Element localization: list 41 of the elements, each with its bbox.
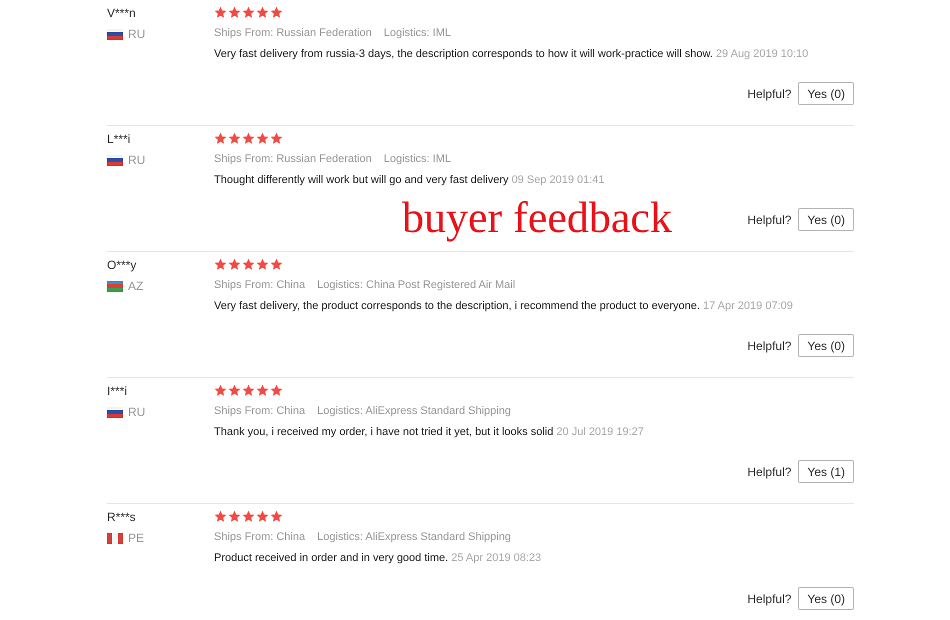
reviewer-name: V***n	[107, 5, 136, 21]
review-text: Thank you, i received my order, i have not tried it yet, but it looks solid	[214, 426, 554, 438]
reviewer-name: O***y	[107, 257, 136, 273]
review-text: Product received in order and in very good time.	[214, 552, 448, 564]
ships-from-label: Ships From: China	[214, 404, 306, 419]
logistics-label: Logistics: AliExpress Standard Shipping	[317, 404, 511, 419]
logistics-label: Logistics: China Post Registered Air Mail	[317, 278, 516, 293]
logistics-label: Logistics: AliExpress Standard Shipping	[317, 530, 511, 545]
reviewer-name: L***i	[107, 131, 130, 147]
review-date: 09 Sep 2019 01:41	[512, 174, 605, 186]
helpful-label: Helpful?	[747, 212, 792, 228]
review-date: 29 Aug 2019 10:10	[716, 48, 808, 60]
yes-button[interactable]: Yes (1)	[798, 460, 854, 483]
yes-button[interactable]: Yes (0)	[798, 334, 854, 357]
ships-from-label: Ships From: China	[214, 278, 306, 293]
review-date: 20 Jul 2019 19:27	[556, 426, 644, 438]
helpful-label: Helpful?	[747, 464, 792, 480]
ships-from-label: Ships From: Russian Federation	[214, 152, 372, 167]
ships-from-label: Ships From: China	[214, 530, 306, 545]
overlay-caption: buyer feedback	[402, 196, 672, 240]
helpful-label: Helpful?	[747, 338, 792, 354]
ships-from-label: Ships From: Russian Federation	[214, 26, 372, 41]
country-code: RU	[128, 152, 146, 168]
logistics-label: Logistics: IML	[384, 152, 451, 167]
logistics-label: Logistics: IML	[384, 26, 451, 41]
review-text: Thought differently will work but will go and very fast delivery	[214, 174, 508, 186]
yes-button[interactable]: Yes (0)	[798, 208, 854, 231]
country-code: AZ	[128, 278, 144, 294]
reviewer-name: R***s	[107, 509, 136, 525]
review-text: Very fast delivery from russia-3 days, the description corresponds to how it will work-practice will show.	[214, 48, 713, 60]
country-code: RU	[128, 404, 146, 420]
yes-button[interactable]: Yes (0)	[798, 82, 854, 105]
review-date: 25 Apr 2019 08:23	[451, 552, 542, 564]
yes-button[interactable]: Yes (0)	[798, 587, 854, 610]
helpful-label: Helpful?	[747, 590, 792, 608]
review-text: Very fast delivery, the product corresponds to the description, i recommend the product to everyone.	[214, 300, 700, 312]
review-date: 17 Apr 2019 07:09	[702, 300, 793, 312]
helpful-label: Helpful?	[747, 86, 792, 102]
reviewer-name: I***i	[107, 383, 128, 399]
country-code: RU	[128, 26, 146, 42]
country-code: PE	[128, 530, 144, 546]
